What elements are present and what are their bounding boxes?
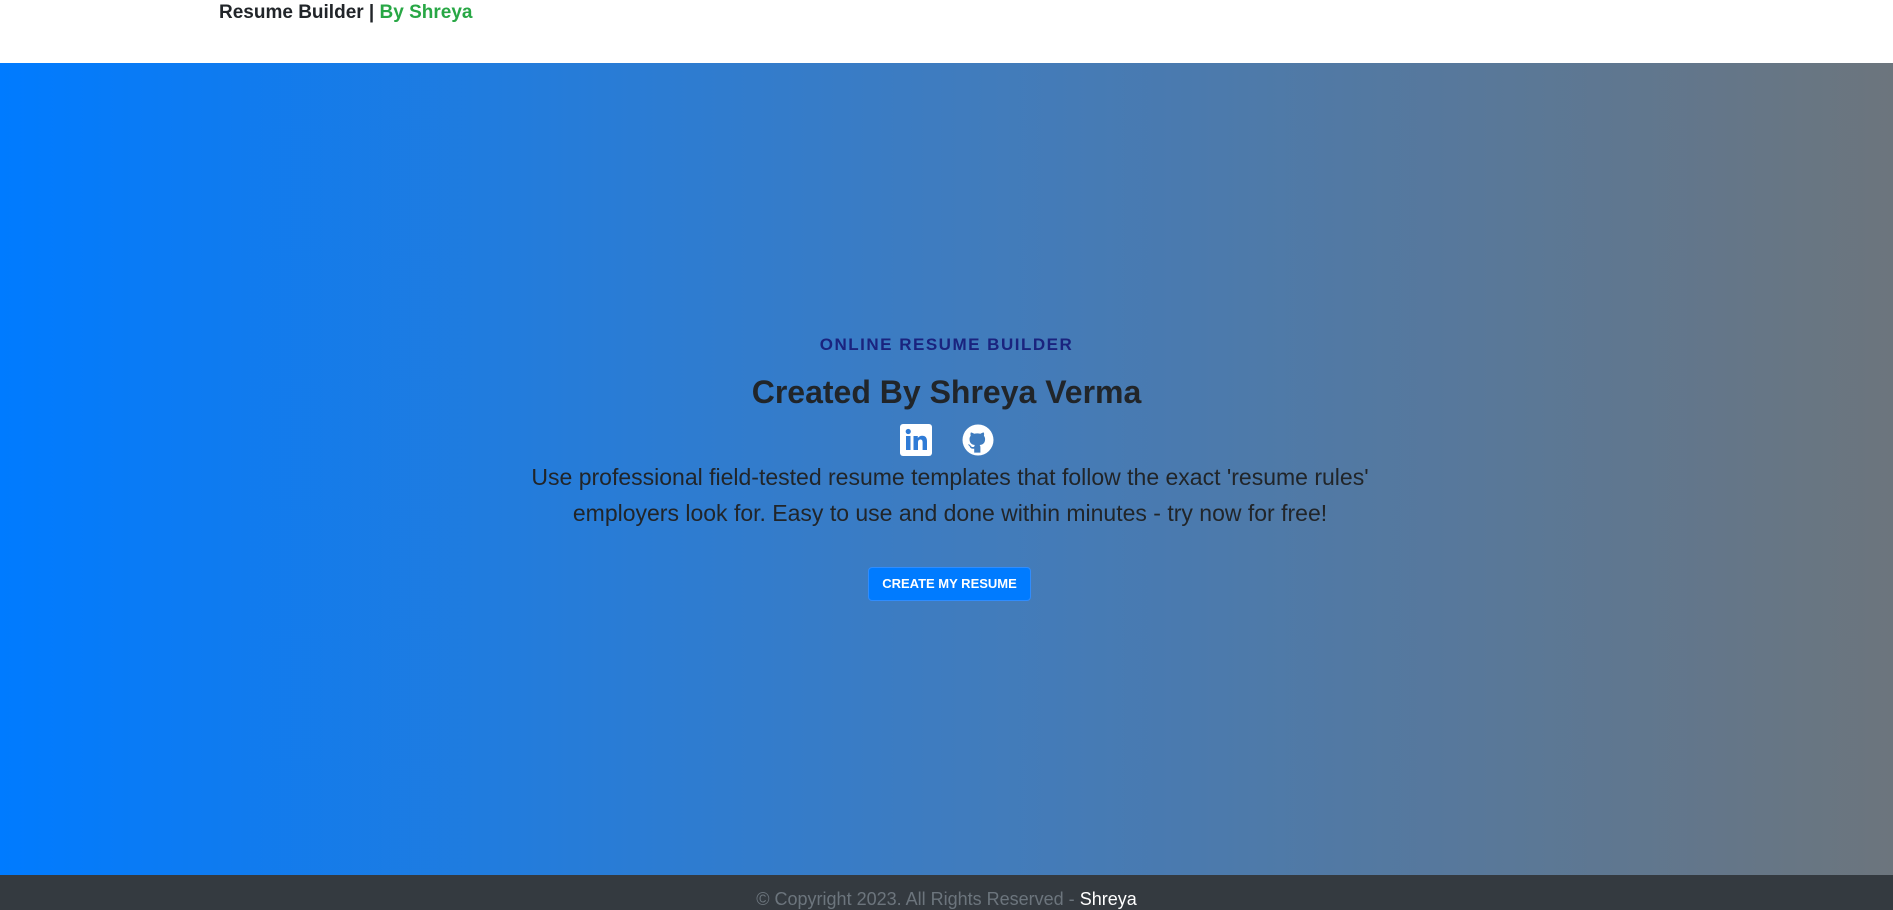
footer-copyright: © Copyright 2023. All Rights Reserved - bbox=[756, 889, 1080, 909]
brand-link[interactable]: Resume Builder | By Shreya bbox=[219, 2, 472, 24]
hero-headline: Created By Shreya Verma bbox=[751, 374, 1142, 410]
top-navbar: Resume Builder | By Shreya bbox=[0, 0, 1893, 63]
brand-title: Resume Builder | bbox=[219, 2, 380, 23]
brand-author: By Shreya bbox=[379, 2, 473, 23]
hero-description-line2: employers look for. Easy to use and done… bbox=[572, 500, 1328, 526]
hero-section: ONLINE RESUME BUILDER Created By Shreya … bbox=[0, 63, 1893, 875]
linkedin-icon bbox=[899, 424, 932, 456]
footer-owner-link[interactable]: Shreya bbox=[1080, 889, 1137, 909]
github-link[interactable] bbox=[962, 424, 994, 456]
social-links bbox=[0, 424, 1893, 456]
page-footer: © Copyright 2023. All Rights Reserved - … bbox=[0, 875, 1893, 910]
create-resume-button[interactable]: CREATE MY RESUME bbox=[868, 567, 1031, 601]
linkedin-link[interactable] bbox=[899, 424, 932, 456]
github-icon bbox=[962, 424, 993, 456]
hero-description: Use professional field-tested resume tem… bbox=[530, 459, 1370, 531]
hero-eyebrow: ONLINE RESUME BUILDER bbox=[819, 335, 1074, 354]
hero-description-line1: Use professional field-tested resume tem… bbox=[531, 464, 1369, 490]
